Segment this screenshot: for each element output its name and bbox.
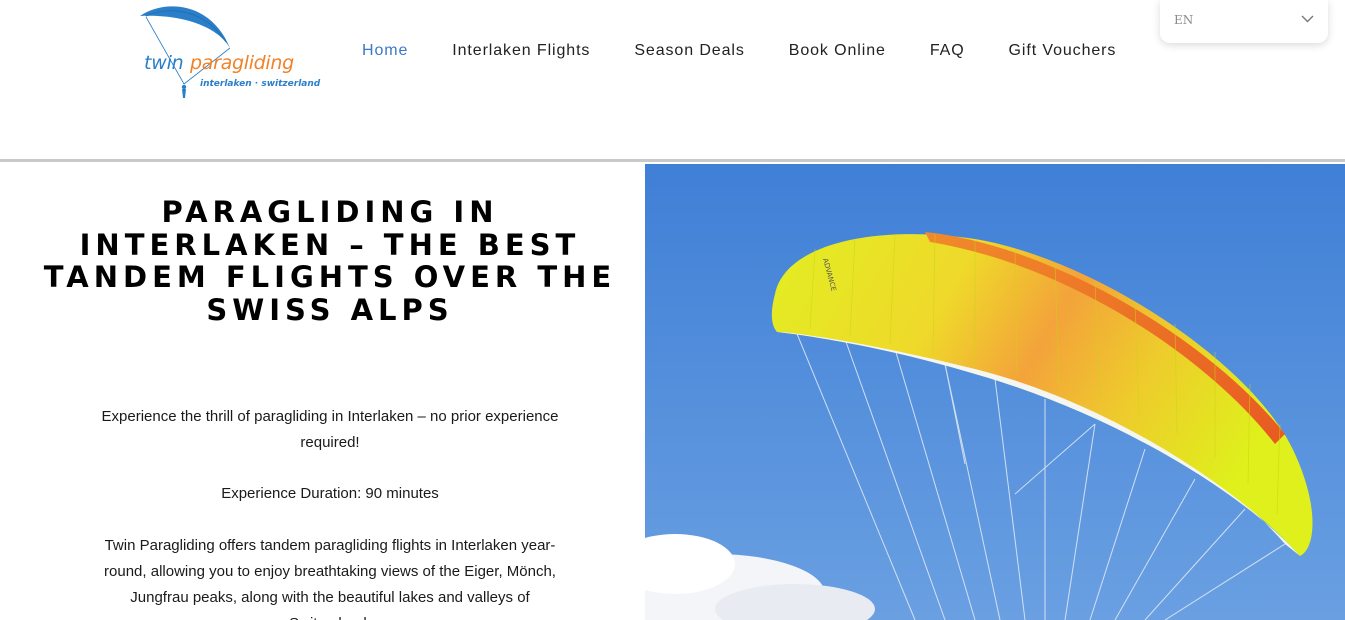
description-text: Twin Paragliding offers tandem paraglidi… bbox=[104, 537, 556, 620]
logo-word-paragliding: paragliding bbox=[190, 52, 294, 74]
nav-interlaken-flights[interactable]: Interlaken Flights bbox=[452, 42, 590, 60]
nav-gift-vouchers[interactable]: Gift Vouchers bbox=[1009, 42, 1117, 60]
language-selector[interactable]: EN bbox=[1160, 0, 1328, 43]
nav-book-online[interactable]: Book Online bbox=[789, 42, 886, 60]
header-divider bbox=[0, 159, 1345, 162]
page-title: Paragliding in Interlaken – The Best Tan… bbox=[43, 195, 617, 327]
hero-image: ADVANCE bbox=[645, 164, 1345, 620]
site-header: twin paragliding interlaken · switzerlan… bbox=[0, 0, 1345, 160]
nav-faq[interactable]: FAQ bbox=[930, 42, 965, 60]
chevron-down-icon bbox=[1301, 15, 1314, 23]
main-nav: Home Interlaken Flights Season Deals Boo… bbox=[362, 42, 1116, 60]
logo-tagline: interlaken · switzerland bbox=[200, 79, 321, 89]
intro-text: Experience the thrill of paragliding in … bbox=[101, 408, 559, 451]
nav-home[interactable]: Home bbox=[362, 42, 408, 60]
duration-text: Experience Duration: 90 minutes bbox=[221, 485, 439, 502]
language-label: EN bbox=[1174, 13, 1194, 27]
paraglider-wing-image: ADVANCE bbox=[645, 164, 1345, 620]
site-logo[interactable]: twin paragliding interlaken · switzerlan… bbox=[138, 2, 323, 102]
logo-word-twin: twin bbox=[144, 52, 184, 74]
nav-season-deals[interactable]: Season Deals bbox=[634, 42, 744, 60]
intro-section: Paragliding in Interlaken – The Best Tan… bbox=[0, 163, 645, 620]
